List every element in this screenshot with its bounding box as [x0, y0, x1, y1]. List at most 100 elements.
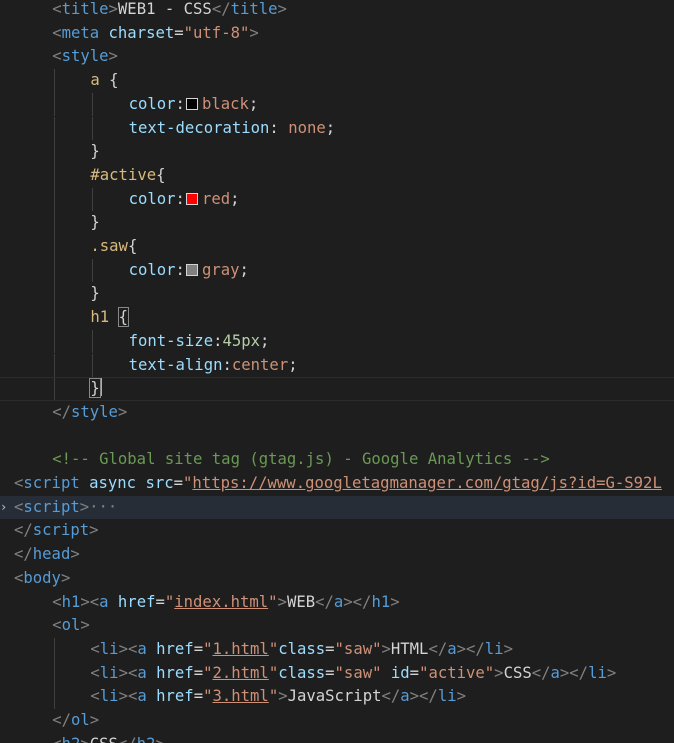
tag-bracket: > — [118, 639, 128, 658]
code-line[interactable]: } — [0, 211, 674, 235]
tag-bracket: </ — [315, 592, 334, 611]
code-line[interactable]: text-decoration: none; — [0, 116, 674, 141]
string-literal: "utf-8" — [183, 23, 250, 42]
tag-name: style — [61, 47, 109, 66]
code-line[interactable]: } — [0, 282, 674, 307]
chevron-right-icon[interactable]: › — [0, 496, 10, 520]
link-string[interactable]: 2.html — [212, 664, 268, 682]
code-line[interactable]: </ol> — [0, 709, 674, 733]
string-literal: " — [268, 687, 279, 706]
tag-name: title — [230, 0, 278, 18]
css-property: color — [128, 260, 176, 279]
string-literal: " — [268, 663, 279, 682]
link-string[interactable]: 1.html — [212, 640, 268, 658]
code-line-content: </style> — [52, 401, 127, 425]
tag-bracket: > — [60, 568, 71, 587]
code-line[interactable]: <title>WEB1 - CSS</title> — [0, 0, 674, 22]
code-line[interactable]: font-size:45px; — [0, 329, 674, 354]
indent-guide — [54, 211, 56, 235]
code-line-content: h1 { — [90, 306, 129, 330]
tag-name: li — [99, 663, 119, 682]
tag-bracket: </ — [419, 687, 438, 706]
code-line[interactable]: </script> — [0, 519, 674, 543]
indent-guide — [54, 353, 56, 378]
punctuation: = — [325, 663, 335, 682]
code-editor[interactable]: <title>WEB1 - CSS</title> <meta charset="… — [0, 0, 674, 743]
tag-name: h1 — [61, 592, 81, 611]
code-line-content: <style> — [52, 45, 118, 69]
punctuation: } — [90, 213, 100, 232]
attribute-name: href — [156, 663, 194, 682]
code-line[interactable]: <ol> — [0, 614, 674, 638]
code-line-content: color: red; — [129, 188, 240, 212]
tag-bracket: > — [494, 663, 504, 682]
text-content — [147, 664, 156, 682]
punctuation: ; — [239, 260, 249, 279]
color-swatch-icon[interactable] — [185, 192, 198, 205]
tag-bracket: < — [90, 687, 100, 706]
css-value: none — [288, 118, 326, 137]
punctuation: = — [193, 639, 204, 658]
attribute-name: href — [156, 687, 194, 706]
code-line[interactable]: #active{ — [0, 163, 674, 188]
tag-name: a — [137, 639, 147, 658]
tag-bracket: </ — [52, 402, 71, 421]
code-line-content: #active{ — [90, 164, 165, 188]
link-string[interactable]: https://www.googletagmanager.com/gtag/js… — [192, 474, 661, 492]
code-line[interactable]: <script async src="https://www.googletag… — [0, 472, 674, 496]
link-string[interactable]: index.html — [174, 593, 268, 611]
tag-bracket: > — [117, 402, 128, 421]
css-value: center — [231, 355, 289, 374]
code-line[interactable]: color: gray; — [0, 258, 674, 283]
string-literal: " — [268, 639, 279, 658]
code-line[interactable]: } — [0, 140, 674, 164]
code-line[interactable]: <li><a href="2.html"class="saw" id="acti… — [0, 661, 674, 686]
text-cursor — [99, 378, 102, 397]
tag-bracket: > — [118, 663, 128, 682]
code-line[interactable]: <li><a href="1.html"class="saw">HTML</a>… — [0, 637, 674, 662]
indent-guide — [54, 306, 56, 330]
tag-bracket: > — [606, 663, 617, 682]
tag-name: li — [99, 639, 119, 658]
code-line[interactable]: h1 { — [0, 306, 674, 330]
code-line[interactable]: .saw{ — [0, 235, 674, 259]
tag-name: script — [23, 474, 80, 492]
string-literal: " — [164, 592, 175, 611]
tag-bracket: < — [14, 568, 24, 587]
code-line-content: } — [90, 282, 99, 306]
code-line[interactable]: <h1><a href="index.html">WEB</a></h1> — [0, 591, 674, 615]
code-line[interactable]: <!-- Global site tag (gtag.js) - Google … — [0, 448, 674, 472]
code-line[interactable]: <h2>CSS</h2> — [0, 733, 674, 743]
color-swatch-icon[interactable] — [185, 263, 198, 276]
indent-guide — [54, 685, 56, 709]
code-line[interactable]: color: black; — [0, 92, 674, 117]
code-line[interactable]: <body> — [0, 567, 674, 591]
code-line[interactable]: <meta charset="utf-8"> — [0, 22, 674, 46]
punctuation: ; — [260, 331, 270, 350]
text-content — [109, 593, 118, 611]
link-string[interactable]: 3.html — [212, 687, 268, 705]
code-line[interactable]: a { — [0, 69, 674, 93]
tag-bracket: < — [52, 616, 62, 635]
code-line[interactable]: color: red; — [0, 187, 674, 212]
tag-name: title — [61, 0, 109, 18]
code-line[interactable]: </head> — [0, 543, 674, 567]
punctuation: : — [175, 260, 185, 279]
indent-guide — [92, 353, 94, 378]
punctuation: { — [127, 237, 138, 255]
punctuation: = — [325, 639, 335, 658]
string-literal: " — [268, 592, 278, 611]
code-line[interactable] — [0, 425, 674, 449]
color-swatch-icon[interactable] — [185, 97, 198, 110]
code-line[interactable]: text-align:center; — [0, 353, 674, 378]
punctuation: = — [193, 663, 204, 682]
code-line[interactable]: </style> — [0, 401, 674, 425]
code-line[interactable]: } — [0, 377, 674, 401]
code-line-content: text-decoration: none; — [129, 117, 336, 141]
code-line[interactable]: › <script>··· — [0, 495, 674, 520]
code-line-content: <script async src="https://www.googletag… — [14, 472, 662, 496]
code-line[interactable]: <style> — [0, 45, 674, 69]
tag-name: a — [333, 592, 344, 611]
code-line[interactable]: <li><a href="3.html">JavaScript</a></li> — [0, 685, 674, 709]
punctuation: = — [409, 663, 420, 682]
